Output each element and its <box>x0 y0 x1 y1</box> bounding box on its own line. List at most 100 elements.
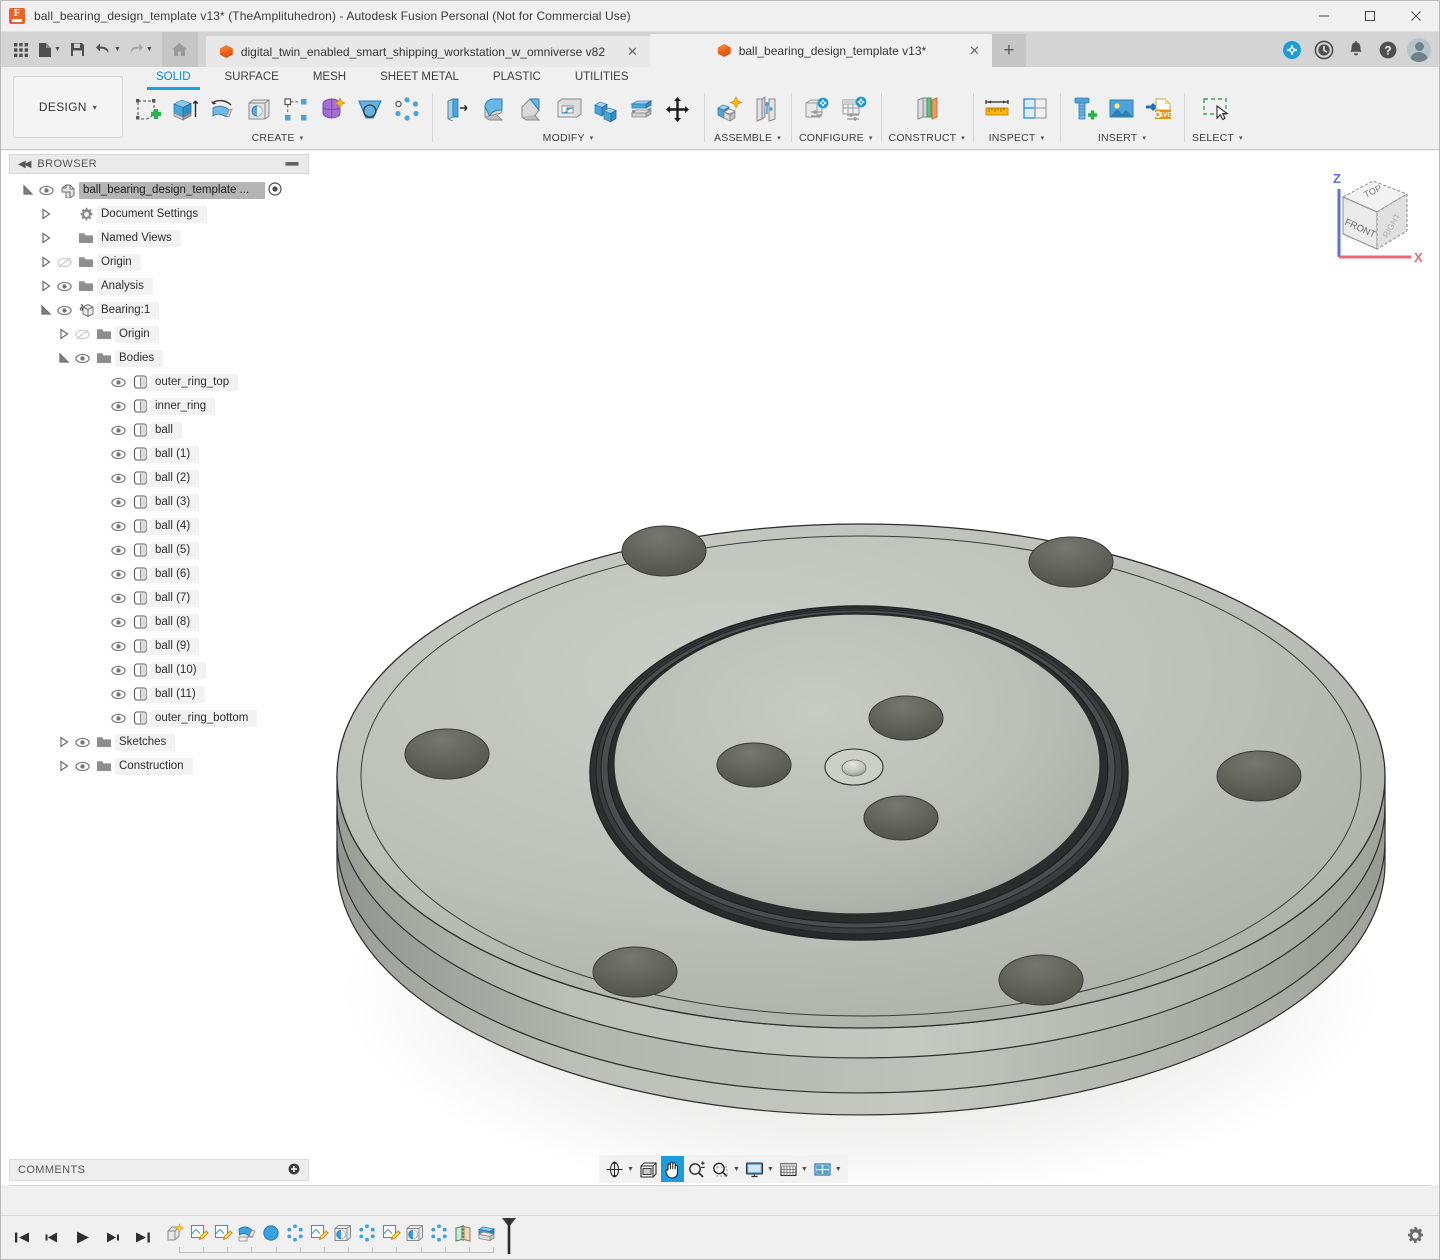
tab-mesh[interactable]: MESH <box>296 67 363 89</box>
configure-table-icon[interactable] <box>837 93 871 127</box>
sketch-feature-icon[interactable] <box>307 1218 331 1248</box>
chevron-down-icon[interactable]: ▼ <box>627 1166 634 1173</box>
zoom-icon[interactable] <box>685 1156 708 1182</box>
chevron-expanded-icon[interactable] <box>39 303 53 317</box>
eye-visible-icon[interactable] <box>107 447 129 462</box>
help-icon[interactable]: ? <box>1375 37 1401 63</box>
tab-close-icon[interactable]: ✕ <box>955 43 980 59</box>
insert-mcmaster-icon[interactable] <box>1068 93 1102 127</box>
eye-visible-icon[interactable] <box>53 303 75 318</box>
chevron-down-icon[interactable]: ▼ <box>835 1166 842 1173</box>
tab-surface[interactable]: SURFACE <box>208 67 296 89</box>
chevron-collapsed-icon[interactable] <box>39 207 53 221</box>
tree-item-origin[interactable]: Origin <box>9 250 309 274</box>
eye-visible-icon[interactable] <box>107 399 129 414</box>
tree-item-bearing-1[interactable]: Bearing:1 <box>9 298 309 322</box>
revolve-feature-icon[interactable] <box>235 1218 259 1248</box>
maximize-button[interactable] <box>1347 1 1393 32</box>
play-icon[interactable] <box>69 1223 95 1253</box>
tab-solid[interactable]: SOLID <box>139 67 208 89</box>
chevron-collapsed-icon[interactable] <box>39 231 53 245</box>
view-cube[interactable]: Z X TOP FRONT RIGHT <box>1311 161 1431 271</box>
tree-item-ball-1[interactable]: ball (1) <box>9 442 309 466</box>
tree-item-analysis[interactable]: Analysis <box>9 274 309 298</box>
panel-label-construct[interactable]: CONSTRUCT ▾ <box>889 132 965 144</box>
pattern-rectangular-icon[interactable] <box>279 93 313 127</box>
panel-label-configure[interactable]: CONFIGURE ▾ <box>799 132 873 144</box>
tab-sheet-metal[interactable]: SHEET METAL <box>363 67 476 89</box>
minimize-button[interactable] <box>1301 1 1347 32</box>
tree-item-ball-bearing-design-template[interactable]: ball_bearing_design_template ... <box>9 178 309 202</box>
tree-item-ball-3[interactable]: ball (3) <box>9 490 309 514</box>
step-forward-icon[interactable] <box>99 1223 125 1253</box>
tree-item-ball-8[interactable]: ball (8) <box>9 610 309 634</box>
panel-label-insert[interactable]: INSERT ▾ <box>1098 132 1146 144</box>
zoom-window-icon[interactable]: ▼ <box>709 1156 742 1182</box>
sketch-feature-icon[interactable] <box>379 1218 403 1248</box>
tree-item-ball-5[interactable]: ball (5) <box>9 538 309 562</box>
chevron-collapsed-icon[interactable] <box>57 735 71 749</box>
pattern-circular-icon[interactable] <box>390 93 424 127</box>
tree-item-document-settings[interactable]: Document Settings <box>9 202 309 226</box>
chevron-expanded-icon[interactable] <box>21 183 35 197</box>
eye-visible-icon[interactable] <box>71 759 93 774</box>
tree-item-inner-ring[interactable]: inner_ring <box>9 394 309 418</box>
mirror-feature-icon[interactable] <box>451 1218 475 1248</box>
eye-visible-icon[interactable] <box>107 687 129 702</box>
form-icon[interactable] <box>316 93 350 127</box>
grid-snaps-icon[interactable]: ▼ <box>777 1156 810 1182</box>
comments-panel[interactable]: COMMENTS <box>9 1159 309 1181</box>
chevron-collapsed-icon[interactable] <box>57 327 71 341</box>
sphere-body-feature-icon[interactable] <box>259 1218 283 1248</box>
eye-visible-icon[interactable] <box>35 183 57 198</box>
tree-item-origin[interactable]: Origin <box>9 322 309 346</box>
configure-design-icon[interactable] <box>800 93 834 127</box>
tab-utilities[interactable]: UTILITIES <box>558 67 646 89</box>
tab-plastic[interactable]: PLASTIC <box>476 67 558 89</box>
tree-item-ball-2[interactable]: ball (2) <box>9 466 309 490</box>
eye-visible-icon[interactable] <box>107 495 129 510</box>
move-copy-icon[interactable] <box>662 93 696 127</box>
close-button[interactable] <box>1393 1 1439 32</box>
account-avatar[interactable] <box>1407 38 1431 62</box>
timeline-rail[interactable] <box>179 1247 493 1253</box>
new-component-icon[interactable] <box>712 93 746 127</box>
panel-label-create[interactable]: CREATE ▾ <box>252 132 304 144</box>
tree-item-outer-ring-bottom[interactable]: outer_ring_bottom <box>9 706 309 730</box>
eye-hidden-icon[interactable] <box>71 327 93 342</box>
tree-item-bodies[interactable]: Bodies <box>9 346 309 370</box>
eye-visible-icon[interactable] <box>107 375 129 390</box>
viewports-icon[interactable]: ▼ <box>811 1156 844 1182</box>
insert-svg-icon[interactable]: SVG <box>1142 93 1176 127</box>
chamfer-icon[interactable] <box>514 93 548 127</box>
eye-visible-icon[interactable] <box>107 711 129 726</box>
redo-icon[interactable]: ▼ <box>124 35 156 65</box>
combine-feature-icon[interactable] <box>475 1218 499 1248</box>
press-pull-icon[interactable] <box>440 93 474 127</box>
new-document-icon[interactable]: ▼ <box>35 35 64 65</box>
tree-item-outer-ring-top[interactable]: outer_ring_top <box>9 370 309 394</box>
extrude-icon[interactable] <box>168 93 202 127</box>
new-tab-button[interactable]: + <box>992 34 1026 67</box>
tree-item-named-views[interactable]: Named Views <box>9 226 309 250</box>
shell-icon[interactable] <box>551 93 585 127</box>
circular-pattern-feature-icon[interactable] <box>355 1218 379 1248</box>
chevron-expanded-icon[interactable] <box>57 351 71 365</box>
chevron-collapsed-icon[interactable] <box>57 759 71 773</box>
panel-label-modify[interactable]: MODIFY ▾ <box>543 132 594 144</box>
add-comment-icon[interactable] <box>288 1163 300 1178</box>
document-tab-1[interactable]: digital_twin_enabled_smart_shipping_work… <box>206 36 650 67</box>
tree-item-ball-11[interactable]: ball (11) <box>9 682 309 706</box>
pan-hand-icon[interactable] <box>661 1156 684 1182</box>
extrude-hole-feature-icon[interactable] <box>403 1218 427 1248</box>
tree-item-ball-7[interactable]: ball (7) <box>9 586 309 610</box>
new-component-feature-icon[interactable] <box>163 1218 187 1248</box>
eye-visible-icon[interactable] <box>107 471 129 486</box>
step-back-icon[interactable] <box>39 1223 65 1253</box>
orbit-icon[interactable]: ▼ <box>603 1156 636 1182</box>
tree-item-ball-4[interactable]: ball (4) <box>9 514 309 538</box>
chevron-collapsed-icon[interactable] <box>39 255 53 269</box>
workspace-selector[interactable]: DESIGN ▾ <box>13 76 123 138</box>
eye-visible-icon[interactable] <box>53 279 75 294</box>
tree-item-sketches[interactable]: Sketches <box>9 730 309 754</box>
